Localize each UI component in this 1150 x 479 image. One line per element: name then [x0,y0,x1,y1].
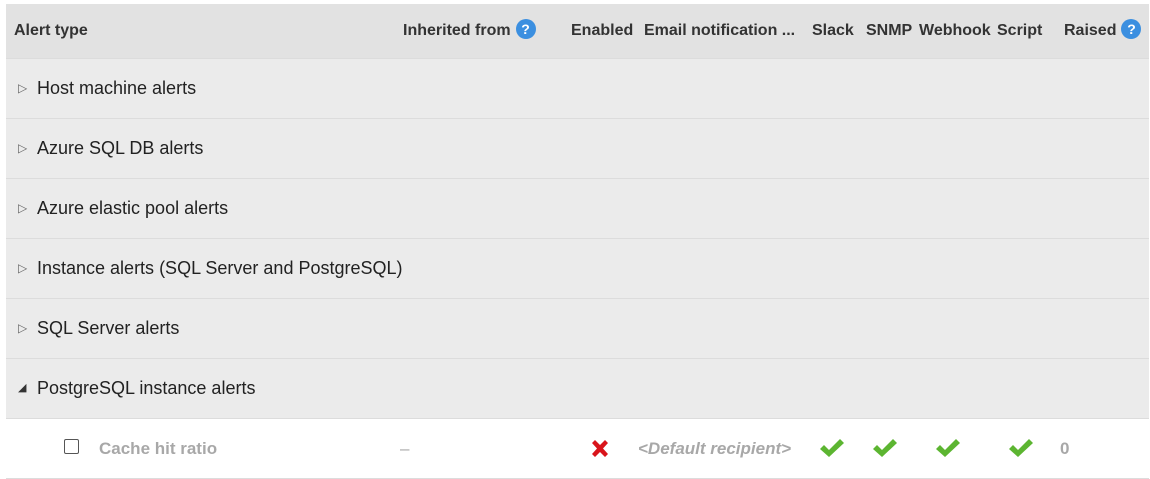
column-header-enabled[interactable]: Enabled [571,4,633,58]
help-icon[interactable]: ? [515,18,536,39]
alert-settings-table: Alert type Inherited from? Enabled Email… [6,4,1149,479]
x-icon[interactable] [589,438,611,460]
triangle-right-icon[interactable]: ▷ [18,299,27,358]
column-header-webhook-label: Webhook [919,22,991,39]
group-azure-elastic-pool-alerts[interactable]: ▷ Azure elastic pool alerts [6,178,1149,238]
group-label: SQL Server alerts [37,318,180,338]
help-icon[interactable]: ? [1121,18,1142,39]
triangle-down-icon[interactable]: ◢ [18,359,26,418]
column-header-raised[interactable]: Raised? [1064,4,1142,58]
column-header-email-notification[interactable]: Email notification ... [644,4,795,58]
column-header-snmp[interactable]: SNMP [866,4,912,58]
triangle-right-icon[interactable]: ▷ [18,239,27,298]
group-label: Host machine alerts [37,78,197,98]
column-header-inherited-from-label: Inherited from [403,22,511,39]
alert-name[interactable]: Cache hit ratio [99,419,217,478]
triangle-right-icon[interactable]: ▷ [18,179,27,238]
column-header-alert-type-label: Alert type [14,22,88,39]
triangle-right-icon[interactable]: ▷ [18,59,27,118]
column-header-email-label: Email notification ... [644,22,796,39]
column-header-slack[interactable]: Slack [812,4,854,58]
group-postgresql-instance-alerts[interactable]: ◢ PostgreSQL instance alerts [6,358,1149,418]
table-header: Alert type Inherited from? Enabled Email… [6,4,1149,58]
group-host-machine-alerts[interactable]: ▷ Host machine alerts [6,58,1149,118]
triangle-right-icon[interactable]: ▷ [18,119,27,178]
column-header-inherited-from[interactable]: Inherited from? [403,4,536,58]
column-header-snmp-label: SNMP [866,22,913,39]
group-label: Azure elastic pool alerts [37,198,229,218]
checkmark-icon[interactable] [1008,437,1034,459]
checkmark-icon[interactable] [819,437,845,459]
column-header-slack-label: Slack [812,22,854,39]
column-header-script[interactable]: Script [997,4,1042,58]
group-label: PostgreSQL instance alerts [37,378,256,398]
checkmark-icon[interactable] [935,437,961,459]
table-row[interactable]: Cache hit ratio – <Default recipient> 0 [6,418,1149,479]
checkmark-icon[interactable] [872,437,898,459]
group-azure-sql-db-alerts[interactable]: ▷ Azure SQL DB alerts [6,118,1149,178]
column-header-script-label: Script [997,22,1043,39]
column-header-raised-label: Raised [1064,22,1117,39]
row-select-checkbox[interactable] [64,439,79,454]
raised-count[interactable]: 0 [1060,419,1069,478]
group-instance-alerts[interactable]: ▷ Instance alerts (SQL Server and Postgr… [6,238,1149,298]
column-header-alert-type[interactable]: Alert type [14,4,88,58]
column-header-enabled-label: Enabled [571,22,634,39]
email-recipient-link[interactable]: <Default recipient> [638,419,791,478]
column-header-webhook[interactable]: Webhook [919,4,991,58]
inherited-from-value: – [400,439,410,458]
group-sql-server-alerts[interactable]: ▷ SQL Server alerts [6,298,1149,358]
group-label: Azure SQL DB alerts [37,138,204,158]
group-label: Instance alerts (SQL Server and PostgreS… [37,258,403,278]
